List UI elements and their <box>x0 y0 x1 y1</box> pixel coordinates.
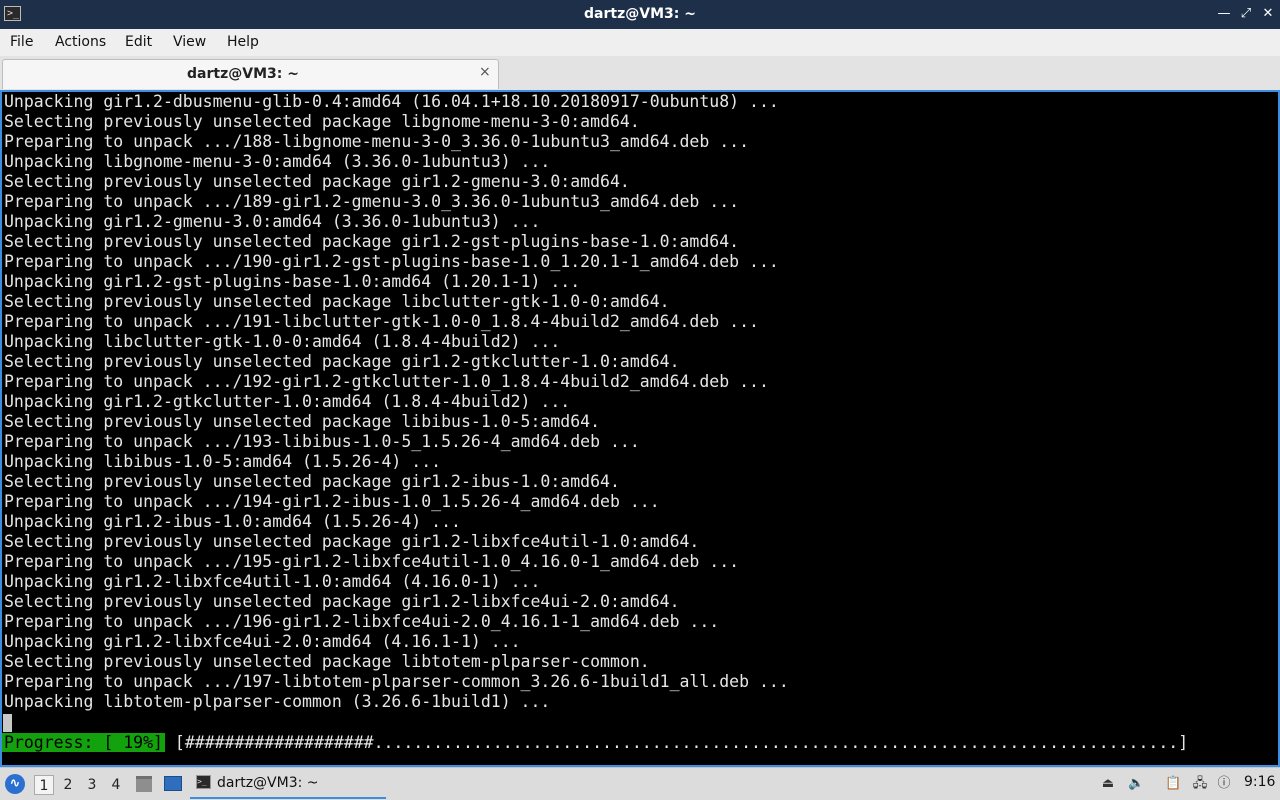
volume-icon[interactable]: 🔈 <box>1128 776 1144 792</box>
terminal-line: Selecting previously unselected package … <box>4 412 601 431</box>
menu-view[interactable]: View <box>173 34 206 50</box>
terminal-tab[interactable]: dartz@VM3: ~ × <box>2 59 499 89</box>
active-window-indicator <box>190 797 386 799</box>
workspace-4[interactable]: 4 <box>106 775 126 795</box>
tab-close-icon[interactable]: × <box>479 64 491 80</box>
clock[interactable]: 9:16 <box>1244 774 1275 790</box>
terminal-line: Selecting previously unselected package … <box>4 532 700 551</box>
terminal-line: Preparing to unpack .../192-gir1.2-gtkcl… <box>4 372 769 391</box>
network-icon[interactable]: 🖧 <box>1192 776 1208 792</box>
terminal-line: Unpacking gir1.2-gst-plugins-base-1.0:am… <box>4 272 581 291</box>
workspace-3[interactable]: 3 <box>82 775 102 795</box>
terminal-line: Selecting previously unselected package … <box>4 172 630 191</box>
terminal-line: Unpacking gir1.2-ibus-1.0:amd64 (1.5.26-… <box>4 512 461 531</box>
progress-badge: Progress: [ 19%] <box>2 733 165 752</box>
terminal-line: Preparing to unpack .../190-gir1.2-gst-p… <box>4 252 779 271</box>
workspace-1[interactable]: 1 <box>34 775 54 795</box>
terminal-line: Unpacking libtotem-plparser-common (3.26… <box>4 692 551 711</box>
terminal-line: Preparing to unpack .../194-gir1.2-ibus-… <box>4 492 660 511</box>
terminal-line: Unpacking gir1.2-gtkclutter-1.0:amd64 (1… <box>4 392 571 411</box>
taskbar-window-label: dartz@VM3: ~ <box>217 775 319 791</box>
progress-bar-text: [###################....................… <box>174 733 1189 752</box>
terminal-line: Preparing to unpack .../193-libibus-1.0-… <box>4 432 640 451</box>
terminal-line: Selecting previously unselected package … <box>4 232 740 251</box>
eject-icon[interactable]: ⏏ <box>1100 776 1116 792</box>
terminal-line: Unpacking libibus-1.0-5:amd64 (1.5.26-4)… <box>4 452 442 471</box>
terminal-line: Selecting previously unselected package … <box>4 592 680 611</box>
terminal-line: Unpacking gir1.2-libxfce4ui-2.0:amd64 (4… <box>4 632 521 651</box>
tab-bar: dartz@VM3: ~ × <box>0 56 1280 90</box>
terminal-line: Unpacking libclutter-gtk-1.0-0:amd64 (1.… <box>4 332 561 351</box>
tab-label: dartz@VM3: ~ <box>187 66 299 82</box>
menu-file[interactable]: File <box>10 34 33 50</box>
terminal-line: Preparing to unpack .../196-gir1.2-libxf… <box>4 612 720 631</box>
progress-line: Progress: [ 19%] [###################...… <box>2 733 1188 753</box>
window-titlebar[interactable]: >_ dartz@VM3: ~ — ⤢ ✕ <box>0 0 1280 29</box>
start-menu-icon[interactable]: ∿ <box>5 774 25 794</box>
menu-actions[interactable]: Actions <box>55 34 106 50</box>
terminal-line: Selecting previously unselected package … <box>4 652 650 671</box>
taskbar: ∿ 1 2 3 4 >_ dartz@VM3: ~ ⏏ 🔈 📋 🖧 ⓘ 9:16 <box>0 767 1280 800</box>
terminal-line: Unpacking libgnome-menu-3-0:amd64 (3.36.… <box>4 152 551 171</box>
maximize-icon[interactable]: ⤢ <box>1237 5 1255 23</box>
terminal-line: Preparing to unpack .../188-libgnome-men… <box>4 132 750 151</box>
update-notifier-icon[interactable]: ⓘ <box>1216 776 1232 792</box>
terminal-icon: >_ <box>196 775 211 789</box>
terminal-line: Selecting previously unselected package … <box>4 352 680 371</box>
menu-edit[interactable]: Edit <box>125 34 152 50</box>
close-icon[interactable]: ✕ <box>1259 5 1277 23</box>
terminal-output[interactable]: Unpacking gir1.2-dbusmenu-glib-0.4:amd64… <box>0 90 1280 767</box>
terminal-line: Selecting previously unselected package … <box>4 112 640 131</box>
window-title: dartz@VM3: ~ <box>584 6 696 22</box>
terminal-line: Unpacking gir1.2-gmenu-3.0:amd64 (3.36.0… <box>4 212 541 231</box>
terminal-line: Preparing to unpack .../191-libclutter-g… <box>4 312 759 331</box>
menu-bar: File Actions Edit View Help <box>0 29 1280 56</box>
minimize-icon[interactable]: — <box>1215 5 1233 23</box>
taskbar-window-button[interactable]: >_ dartz@VM3: ~ <box>190 770 386 799</box>
clipboard-icon[interactable]: 📋 <box>1165 776 1181 792</box>
terminal-line: Selecting previously unselected package … <box>4 292 670 311</box>
terminal-line: Selecting previously unselected package … <box>4 472 620 491</box>
terminal-line: Unpacking gir1.2-libxfce4util-1.0:amd64 … <box>4 572 541 591</box>
workspace-2[interactable]: 2 <box>58 775 78 795</box>
terminal-line: Preparing to unpack .../189-gir1.2-gmenu… <box>4 192 740 211</box>
terminal-lines: Unpacking gir1.2-dbusmenu-glib-0.4:amd64… <box>2 92 789 712</box>
file-manager-icon[interactable] <box>136 776 152 792</box>
terminal-line: Preparing to unpack .../195-gir1.2-libxf… <box>4 552 740 571</box>
text-cursor <box>3 714 12 732</box>
show-desktop-icon[interactable] <box>164 776 182 791</box>
menu-help[interactable]: Help <box>227 34 259 50</box>
terminal-line: Preparing to unpack .../197-libtotem-plp… <box>4 672 789 691</box>
terminal-line: Unpacking gir1.2-dbusmenu-glib-0.4:amd64… <box>4 92 779 111</box>
